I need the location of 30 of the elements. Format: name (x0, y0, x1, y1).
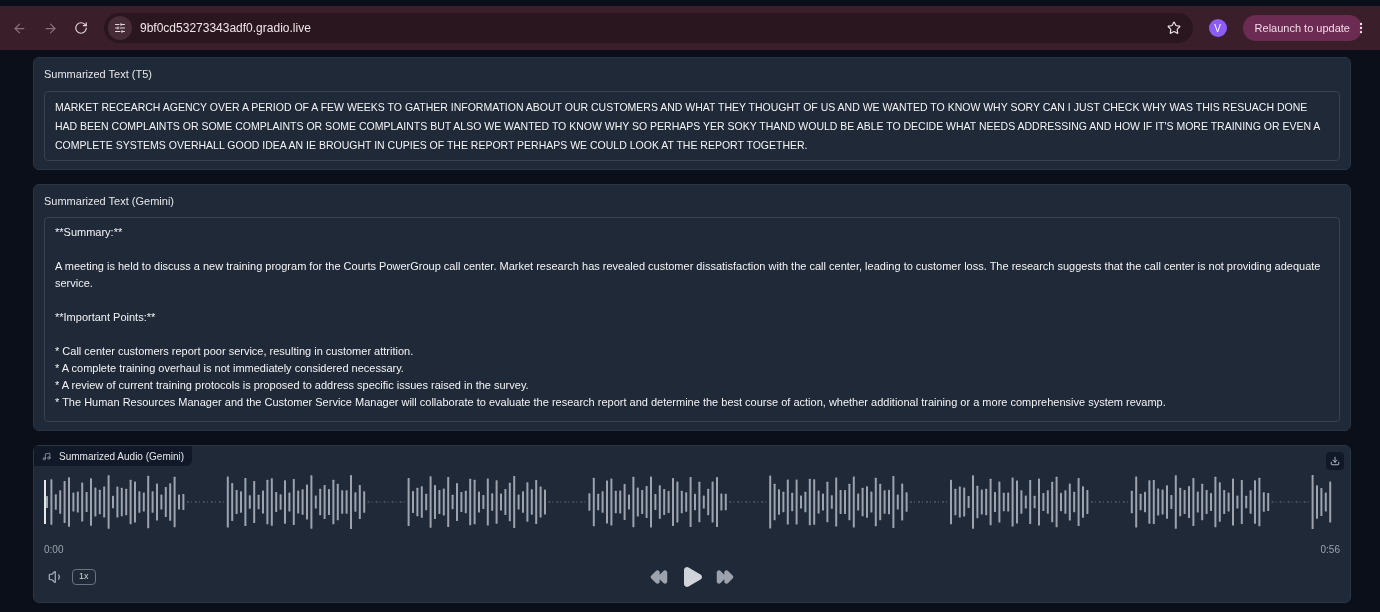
field-label: Summarized Text (T5) (44, 67, 153, 82)
summary-line: * The Human Resources Manager and the Customer Service Manager will collaborate to evaluate the research report and determine the best course of action, whether additional training or a more comprehensive system revamp. (55, 395, 1167, 410)
summary-line: **Summary:** (55, 225, 124, 240)
download-icon[interactable] (1330, 456, 1340, 466)
field-label: Summarized Text (Gemini) (44, 193, 175, 209)
back-icon[interactable] (12, 20, 27, 36)
music-note-icon (42, 451, 51, 461)
fast-forward-icon[interactable] (716, 568, 734, 586)
audio-label: Summarized Audio (Gemini) (59, 449, 185, 464)
duration-time: 0:56 (1320, 543, 1340, 557)
forward-icon[interactable] (43, 20, 58, 36)
summary-line: **Important Points:** (55, 310, 157, 325)
site-settings-icon[interactable] (108, 16, 132, 40)
waveform-drawing[interactable] (44, 472, 1334, 532)
summary-line: * A complete training overhaul is not immediately considered necessary. (55, 361, 405, 376)
profile-avatar[interactable]: V (1208, 19, 1227, 37)
summary-line: * Call center customers report poor service, resulting in customer attrition. (55, 344, 415, 359)
summary-line: * A review of current training protocols is proposed to address specific issues raised in the survey. (55, 378, 530, 393)
reload-icon[interactable] (74, 21, 88, 35)
summary-line: A meeting is held to discuss a new training program for the Courts PowerGroup call center. Market research has revealed customer dissatisfaction with the call center, leading to customer loss. The research suggests that the call center is not providing adequate service. (55, 259, 1322, 291)
address-bar[interactable]: 9bf0cd53273343adf0.gradio.live (104, 13, 1193, 43)
bookmark-star-icon[interactable] (1166, 21, 1181, 35)
url-text: 9bf0cd53273343adf0.gradio.live (140, 20, 311, 37)
text-area[interactable]: MARKET RECEARCH AGENCY OVER A PERIOD OF A FEW WEEKS TO GATHER INFORMATION ABOUT OUR CUSTOMERS AND WHAT THEY THOUGHT OF US AND WE WANTED TO KNOW WHY SORY CAN I JUST CHECK WHY WAS THIS RESUACH DONE HAD BEEN COMPLAINTS OR SOME COMPLAINTS OR SOME COMPLAINTS BUT ALSO WE WANTED TO KNOW WHY SO PERHAPS YER SOKY THAND WOULD BE ABLE TO DECIDE WHAT NEEDS ADDRESSING AND HOW IF IT'S MORE TRAINING OR EVEN A COMPLETE SYSTEMS OVERHALL GOOD IDEA AN IE BROUGHT IN CUPIES OF THE REPORT PERHAPS WE COULD LOOK AT THE REPORT TOGETHER. (44, 90, 1340, 161)
current-time: 0:00 (44, 543, 64, 557)
speed-button[interactable]: 1x (72, 569, 96, 585)
relaunch-button[interactable]: Relaunch to update (1242, 15, 1362, 41)
text-area[interactable] (44, 217, 1340, 422)
download-button[interactable] (1326, 452, 1344, 470)
rewind-icon[interactable] (650, 568, 668, 586)
